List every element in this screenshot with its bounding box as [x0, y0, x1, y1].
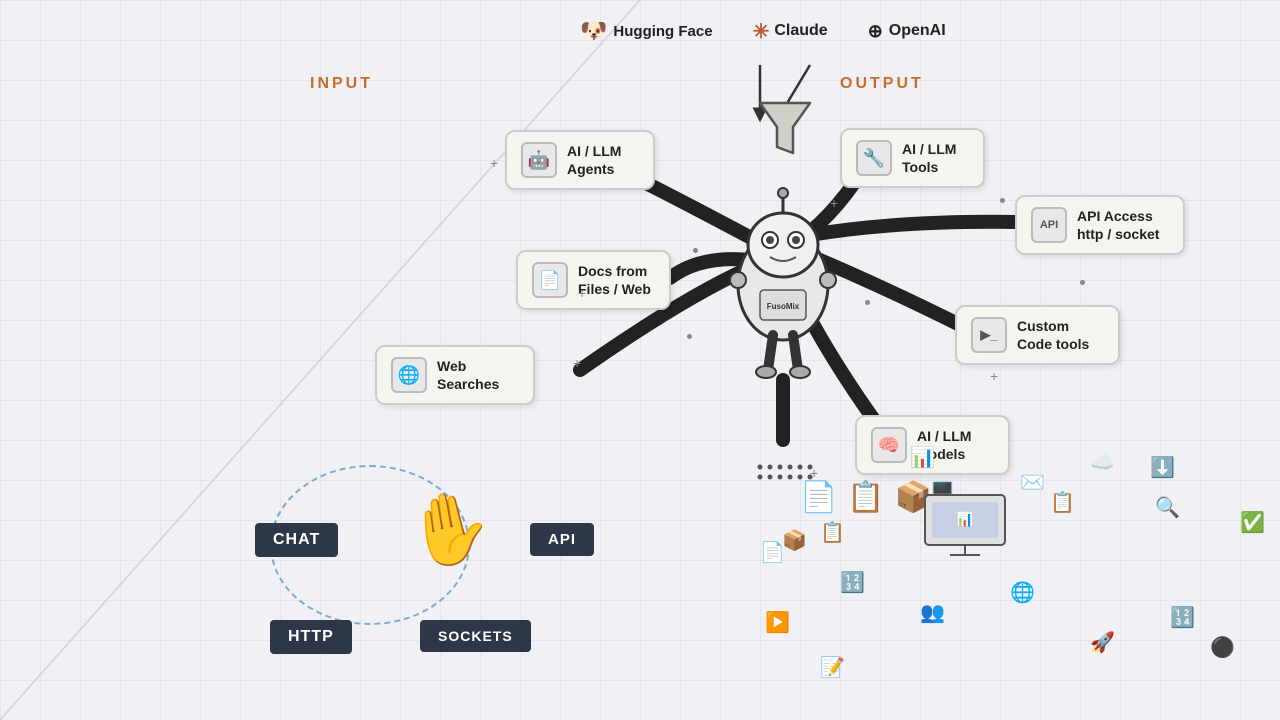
svg-text:FusoMix: FusoMix — [767, 302, 800, 311]
web-searches-box: 🌐 WebSearches — [375, 345, 535, 405]
plus-sign-3: + — [830, 195, 838, 211]
calculator-icon: 🔢 — [840, 570, 865, 595]
hugging-face-provider: 🐶 Hugging Face — [580, 18, 713, 44]
pie-chart-icon: 🔢 — [1170, 605, 1195, 630]
web-label: WebSearches — [437, 357, 499, 393]
tools-label: AI / LLMTools — [902, 140, 956, 176]
plus-sign-4: + — [990, 368, 998, 384]
doc-icon: 📋 — [820, 520, 845, 545]
download-icon: ⬇️ — [1150, 455, 1175, 480]
robot-character: FusoMix — [718, 185, 848, 385]
plus-sign-2: + — [578, 285, 586, 301]
custom-code-icon: ▶_ — [971, 317, 1007, 353]
hugging-face-label: Hugging Face — [613, 23, 712, 40]
presentation-screen: 📊 — [920, 490, 1010, 565]
openai-provider: ⊕ OpenAI — [868, 21, 946, 42]
dot-2 — [687, 334, 692, 339]
cube-icon: 📦 — [782, 528, 807, 553]
hugging-emoji: 🐶 — [580, 18, 607, 44]
custom-code-label: Custom Code tools — [1017, 317, 1104, 353]
output-doc-2: 📋 — [847, 480, 884, 515]
dot-5 — [1080, 280, 1085, 285]
tools-box: 🔧 AI / LLMTools — [840, 128, 985, 188]
claude-symbol: ✳ — [753, 19, 770, 44]
agents-box: 🤖 AI / LLMAgents — [505, 130, 655, 190]
openai-symbol: ⊕ — [868, 21, 883, 42]
funnel-icon — [755, 95, 815, 165]
output-label: OUTPUT — [840, 75, 924, 93]
letter-icon: 📋 — [1050, 490, 1075, 515]
api-icon: API — [1031, 207, 1067, 243]
agents-label: AI / LLMAgents — [567, 142, 621, 178]
agents-icon: 🤖 — [521, 142, 557, 178]
video-icon: ▶️ — [765, 610, 790, 635]
cloud-icon: ☁️ — [1090, 450, 1115, 475]
dot-1 — [693, 248, 698, 253]
api-box: API API Accesshttp / socket — [1015, 195, 1185, 255]
docs-label: Docs from Files / Web — [578, 262, 655, 298]
checklist-icon: 📝 — [820, 655, 845, 680]
claude-provider: ✳ Claude — [753, 19, 828, 44]
plus-sign-1: + — [490, 155, 498, 171]
docs-box: 📄 Docs from Files / Web — [516, 250, 671, 310]
api-label: API Accesshttp / socket — [1077, 207, 1159, 243]
output-doc-1: 📄 — [800, 480, 837, 515]
search-icon: 🔍 — [1155, 495, 1180, 520]
email-icon: ✉️ — [1020, 470, 1045, 495]
svg-text:📊: 📊 — [956, 511, 973, 528]
hand-illustration: ✋ — [380, 460, 519, 599]
plus-sign-5: + — [573, 355, 581, 371]
check-icon: ✅ — [1240, 510, 1265, 535]
providers-section: 🐶 Hugging Face ✳ Claude ⊕ OpenAI — [580, 18, 946, 44]
chart-icon: 📊 — [910, 445, 935, 470]
tools-icon: 🔧 — [856, 140, 892, 176]
dot-3 — [865, 300, 870, 305]
custom-code-box: ▶_ Custom Code tools — [955, 305, 1120, 365]
rocket-icon: 🚀 — [1090, 630, 1115, 655]
docs-icon: 📄 — [532, 262, 568, 298]
globe-icon: 🌐 — [1010, 580, 1035, 605]
dot-4 — [1000, 198, 1005, 203]
bowl-icon: ⚫ — [1210, 635, 1235, 660]
openai-label: OpenAI — [889, 22, 946, 40]
network-icon: 👥 — [920, 600, 945, 625]
web-icon: 🌐 — [391, 357, 427, 393]
input-label: INPUT — [310, 75, 373, 93]
claude-label: Claude — [774, 22, 827, 40]
